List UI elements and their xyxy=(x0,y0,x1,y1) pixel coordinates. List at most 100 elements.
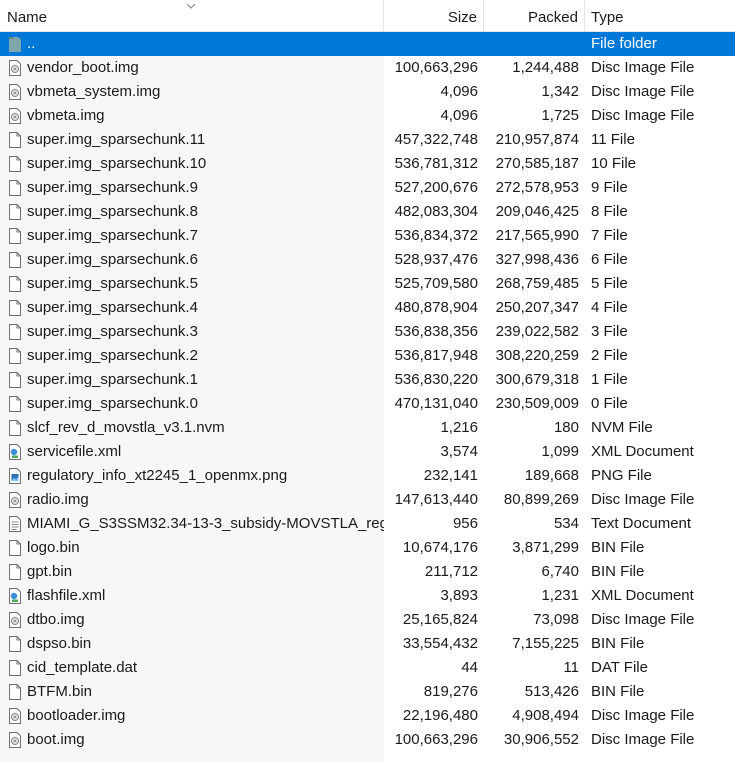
file-row[interactable]: vbmeta_system.img 4,096 1,342 Disc Image Fi… xyxy=(0,80,735,104)
cell-name: super.img_sparsechunk.6 xyxy=(0,248,384,272)
cell-type: DAT File xyxy=(591,659,648,676)
file-name: cid_template.dat xyxy=(27,659,138,676)
cell-name: super.img_sparsechunk.3 xyxy=(0,320,384,344)
file-icon xyxy=(8,659,22,677)
cell-size: 44 xyxy=(461,659,478,676)
file-row[interactable]: radio.img 147,613,440 80,899,269 Disc Image… xyxy=(0,488,735,512)
cell-size: 33,554,432 xyxy=(402,635,478,652)
cell-type: BIN File xyxy=(591,563,645,580)
cell-size: 25,165,824 xyxy=(402,611,478,628)
cell-packed: 210,957,874 xyxy=(495,131,579,148)
cell-type: Disc Image File xyxy=(591,731,695,748)
cell-packed: 189,668 xyxy=(524,467,579,484)
column-header-name[interactable]: Name xyxy=(0,0,384,31)
cell-size: 147,613,440 xyxy=(394,491,478,508)
sort-chevron-icon xyxy=(186,3,196,9)
cell-type: BIN File xyxy=(591,539,645,556)
cell-name: gpt.bin xyxy=(0,560,384,584)
cell-name: super.img_sparsechunk.8 xyxy=(0,200,384,224)
cell-size: 4,096 xyxy=(440,83,478,100)
file-row[interactable]: BTFM.bin 819,276 513,426 BIN File xyxy=(0,680,735,704)
file-row[interactable]: boot.img 100,663,296 30,906,552 Disc Image … xyxy=(0,728,735,752)
file-row[interactable]: vendor_boot.img 100,663,296 1,244,488 Disc … xyxy=(0,56,735,80)
file-row[interactable]: dspso.bin 33,554,432 7,155,225 BIN File xyxy=(0,632,735,656)
cell-name: super.img_sparsechunk.0 xyxy=(0,392,384,416)
cell-size: 232,141 xyxy=(423,467,478,484)
cell-type: 0 File xyxy=(591,395,628,412)
cell-type: Disc Image File xyxy=(591,107,695,124)
cell-size: 100,663,296 xyxy=(394,731,478,748)
file-row[interactable]: super.img_sparsechunk.10 536,781,312 270,5… xyxy=(0,152,735,176)
cell-size: 528,937,476 xyxy=(394,251,478,268)
file-name: super.img_sparsechunk.9 xyxy=(27,179,198,196)
cell-type: Disc Image File xyxy=(591,83,695,100)
file-row[interactable]: super.img_sparsechunk.0 470,131,040 230,50… xyxy=(0,392,735,416)
cell-type: 7 File xyxy=(591,227,628,244)
cell-size: 956 xyxy=(452,515,478,532)
cell-size: 457,322,748 xyxy=(394,131,478,148)
cell-size: 482,083,304 xyxy=(394,203,478,220)
file-row[interactable]: cid_template.dat 44 11 DAT File xyxy=(0,656,735,680)
cell-type: BIN File xyxy=(591,635,645,652)
folder-icon xyxy=(8,35,22,53)
file-row[interactable]: super.img_sparsechunk.11 457,322,748 210,9… xyxy=(0,128,735,152)
file-row[interactable]: .. File folder xyxy=(0,32,735,56)
file-row[interactable]: dtbo.img 25,165,824 73,098 Disc Image File xyxy=(0,608,735,632)
cell-type: PNG File xyxy=(591,467,652,484)
file-row[interactable]: flashfile.xml 3,893 1,231 XML Document xyxy=(0,584,735,608)
file-row[interactable]: super.img_sparsechunk.3 536,838,356 239,02… xyxy=(0,320,735,344)
file-row[interactable]: super.img_sparsechunk.1 536,830,220 300,67… xyxy=(0,368,735,392)
cell-packed: 513,426 xyxy=(524,683,579,700)
cell-name: super.img_sparsechunk.7 xyxy=(0,224,384,248)
file-row[interactable]: super.img_sparsechunk.2 536,817,948 308,22… xyxy=(0,344,735,368)
cell-packed: 230,509,009 xyxy=(495,395,579,412)
column-header-type[interactable]: Type xyxy=(585,0,735,31)
cell-name: cid_template.dat xyxy=(0,656,384,680)
cell-name: super.img_sparsechunk.10 xyxy=(0,152,384,176)
file-row[interactable]: MIAMI_G_S3SSM32.34-13-3_subsidy-MOVSTLA_… xyxy=(0,512,735,536)
cell-type: XML Document xyxy=(591,443,694,460)
cell-name: slcf_rev_d_movstla_v3.1.nvm xyxy=(0,416,384,440)
cell-size: 536,817,948 xyxy=(394,347,478,364)
cell-size: 527,200,676 xyxy=(394,179,478,196)
file-row[interactable]: slcf_rev_d_movstla_v3.1.nvm 1,216 180 NVM F… xyxy=(0,416,735,440)
file-row[interactable]: regulatory_info_xt2245_1_openmx.png 232,1… xyxy=(0,464,735,488)
cell-packed: 250,207,347 xyxy=(495,299,579,316)
cell-name: BTFM.bin xyxy=(0,680,384,704)
cell-size: 10,674,176 xyxy=(402,539,478,556)
disc-image-icon xyxy=(8,611,22,629)
cell-type: 5 File xyxy=(591,275,628,292)
file-name: dtbo.img xyxy=(27,611,85,628)
file-row[interactable]: gpt.bin 211,712 6,740 BIN File xyxy=(0,560,735,584)
cell-packed: 239,022,582 xyxy=(495,323,579,340)
cell-size: 3,574 xyxy=(440,443,478,460)
file-name: slcf_rev_d_movstla_v3.1.nvm xyxy=(27,419,225,436)
cell-name: servicefile.xml xyxy=(0,440,384,464)
column-header: Name Size Packed Type xyxy=(0,0,735,32)
file-row[interactable]: servicefile.xml 3,574 1,099 XML Document xyxy=(0,440,735,464)
cell-name: boot.img xyxy=(0,728,384,752)
file-row[interactable]: bootloader.img 22,196,480 4,908,494 Disc Im… xyxy=(0,704,735,728)
cell-packed: 270,585,187 xyxy=(495,155,579,172)
file-row[interactable]: super.img_sparsechunk.4 480,878,904 250,20… xyxy=(0,296,735,320)
file-row[interactable]: super.img_sparsechunk.9 527,200,676 272,57… xyxy=(0,176,735,200)
column-header-size[interactable]: Size xyxy=(384,0,484,31)
cell-name: radio.img xyxy=(0,488,384,512)
file-row[interactable]: super.img_sparsechunk.6 528,937,476 327,99… xyxy=(0,248,735,272)
cell-type: Disc Image File xyxy=(591,59,695,76)
cell-name: super.img_sparsechunk.9 xyxy=(0,176,384,200)
cell-size: 480,878,904 xyxy=(394,299,478,316)
file-name: .. xyxy=(27,35,36,52)
cell-name: super.img_sparsechunk.4 xyxy=(0,296,384,320)
file-icon xyxy=(8,299,22,317)
file-row[interactable]: super.img_sparsechunk.8 482,083,304 209,04… xyxy=(0,200,735,224)
file-list[interactable]: Name Size Packed Type .. File folder vendo… xyxy=(0,0,735,762)
cell-packed: 6,740 xyxy=(541,563,579,580)
column-header-packed[interactable]: Packed xyxy=(484,0,585,31)
file-row[interactable]: super.img_sparsechunk.7 536,834,372 217,56… xyxy=(0,224,735,248)
file-row[interactable]: logo.bin 10,674,176 3,871,299 BIN File xyxy=(0,536,735,560)
file-row[interactable]: vbmeta.img 4,096 1,725 Disc Image File xyxy=(0,104,735,128)
disc-image-icon xyxy=(8,59,22,77)
file-row[interactable]: super.img_sparsechunk.5 525,709,580 268,75… xyxy=(0,272,735,296)
cell-type: BIN File xyxy=(591,683,645,700)
